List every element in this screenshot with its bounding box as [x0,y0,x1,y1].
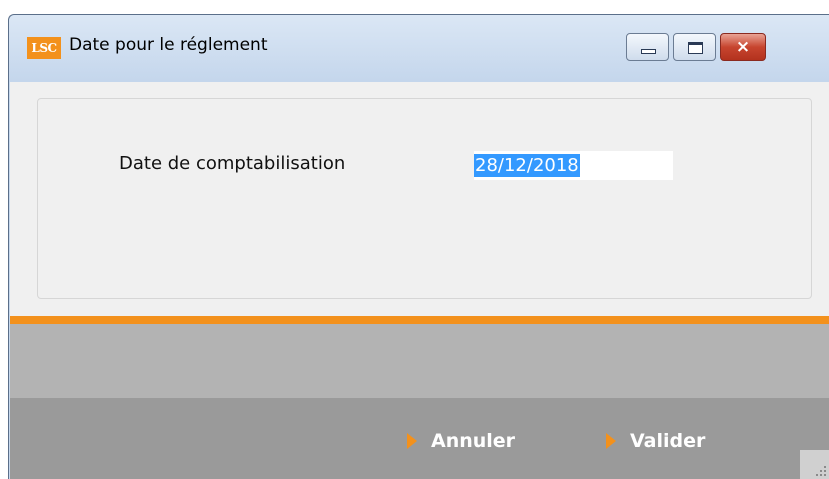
validate-button[interactable]: Valider [606,428,705,454]
accent-divider [10,316,829,324]
close-button[interactable]: × [720,33,766,61]
resize-grip-icon[interactable] [800,450,829,479]
date-field[interactable]: 28/12/2018 [474,151,673,180]
toolbar-band [10,324,829,398]
dialog-body: Date de comptabilisation 28/12/2018 Annu… [10,82,829,479]
date-label: Date de comptabilisation [119,153,346,174]
maximize-button[interactable] [673,33,716,61]
arrow-right-icon [407,433,417,449]
minimize-icon [641,49,656,54]
dialog-window: LSC Date pour le réglement × Date de com… [8,14,829,479]
window-title: Date pour le réglement [69,35,268,55]
window-controls: × [626,33,770,63]
maximize-icon [688,42,703,54]
minimize-button[interactable] [626,33,669,61]
button-bar: Annuler Valider [10,398,829,479]
close-icon: × [735,37,751,57]
app-logo-icon: LSC [27,37,61,59]
title-bar[interactable]: LSC Date pour le réglement × [9,15,829,82]
arrow-right-icon [606,433,616,449]
date-field-value: 28/12/2018 [474,154,580,177]
cancel-button-label: Annuler [431,430,516,452]
validate-button-label: Valider [630,430,706,452]
form-panel: Date de comptabilisation 28/12/2018 [37,98,812,299]
cancel-button[interactable]: Annuler [407,428,515,454]
